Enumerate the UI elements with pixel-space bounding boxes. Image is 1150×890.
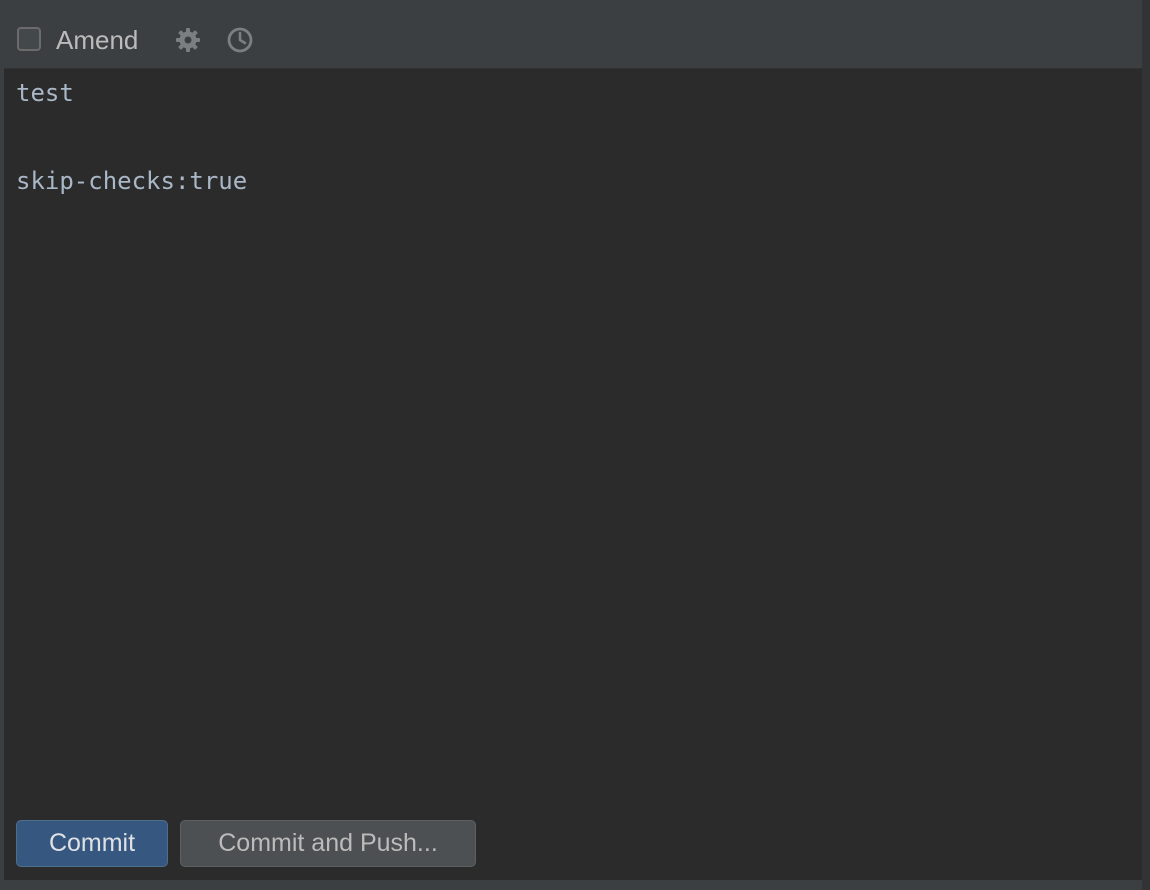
scrollbar-track[interactable] [1142, 0, 1150, 890]
gear-icon[interactable] [174, 26, 202, 54]
amend-label[interactable]: Amend [56, 24, 138, 56]
commit-button[interactable]: Commit [16, 820, 168, 867]
commit-message-editor[interactable]: test skip-checks:true [4, 69, 1142, 809]
clock-icon[interactable] [226, 26, 254, 54]
amend-checkbox[interactable] [17, 27, 41, 51]
commit-toolbar: Amend [4, 0, 1142, 69]
commit-message-line: skip-checks:true [16, 167, 248, 195]
commit-message-line: test [16, 79, 74, 107]
commit-actions: Commit Commit and Push... [4, 809, 1142, 880]
commit-panel: Amend test skip-checks:true Commit Commi… [0, 0, 1150, 890]
commit-and-push-button[interactable]: Commit and Push... [180, 820, 476, 867]
bottom-border [4, 880, 1142, 890]
